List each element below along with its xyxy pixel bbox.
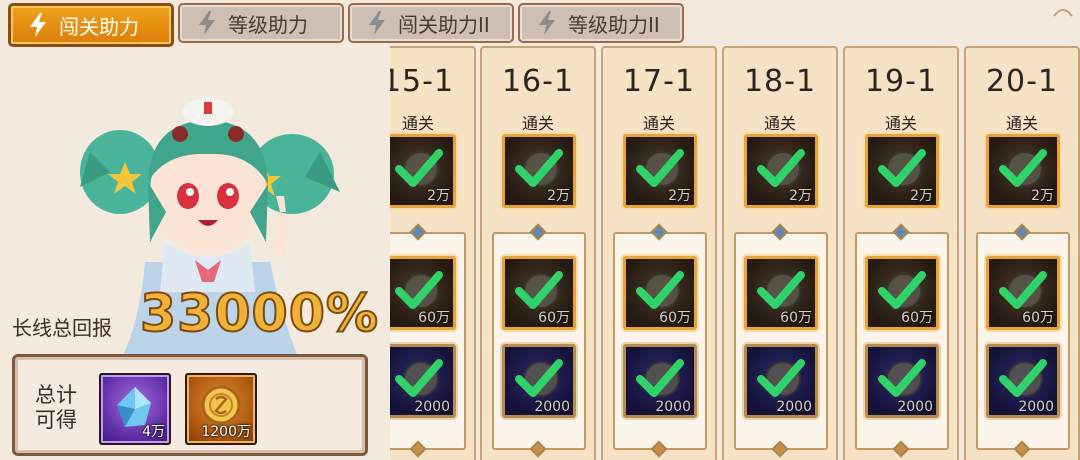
reward-amount: 4万 — [142, 424, 165, 440]
reward-amount: 2000 — [414, 399, 450, 415]
reward-gold[interactable]: 1200万 — [185, 373, 257, 445]
reward-amount: 2000 — [655, 399, 691, 415]
reward-slot[interactable]: 60万 — [744, 256, 818, 330]
stage-number: 15-1 — [390, 64, 455, 99]
reward-amount: 2万 — [427, 188, 450, 204]
stage-number: 17-1 — [622, 64, 696, 99]
reward-slot[interactable]: 2000 — [865, 344, 939, 418]
reward-crystal[interactable]: 4万 — [99, 373, 171, 445]
checkmark-icon — [515, 359, 563, 397]
reward-amount: 60万 — [901, 310, 933, 326]
tab-stage-boost-2[interactable]: 闯关助力II — [348, 3, 514, 43]
reward-amount: 2万 — [789, 188, 812, 204]
stage-status: 通关 — [521, 114, 554, 133]
checkmark-icon — [757, 359, 805, 397]
reward-amount: 2000 — [897, 399, 933, 415]
stage-number: 20-1 — [985, 64, 1059, 99]
reward-amount: 60万 — [538, 310, 570, 326]
tab-label: 等级助力 — [228, 12, 308, 37]
reward-amount: 60万 — [418, 310, 450, 326]
reward-amount: 60万 — [659, 310, 691, 326]
tab-stage-boost[interactable]: 闯关助力 — [8, 3, 174, 47]
reward-slot[interactable]: 2000 — [502, 344, 576, 418]
reward-slot[interactable]: 2000 — [744, 344, 818, 418]
stage-column: 16-1 通关 2万 60万 2000 — [480, 46, 596, 460]
lightning-icon — [199, 11, 215, 35]
reward-slot[interactable]: 60万 — [390, 256, 456, 330]
ornament-icon — [1053, 9, 1073, 17]
stage-status: 通关 — [642, 114, 675, 133]
total-rewards-label: 总计 可得 — [35, 383, 77, 432]
stage-column: 17-1 通关 2万 60万 2000 — [601, 46, 717, 460]
checkmark-icon — [395, 359, 443, 397]
reward-slot[interactable]: 60万 — [865, 256, 939, 330]
stage-column: 20-1 通关 2万 60万 2000 — [964, 46, 1080, 460]
tab-level-boost[interactable]: 等级助力 — [178, 3, 344, 43]
stage-column: 18-1 通关 2万 60万 2000 — [722, 46, 838, 460]
stage-columns: 15-1 通关 2万 60万 2000 16-1 通关 2万 60万 2000 17-1 通关 2万 60… — [390, 44, 1080, 460]
reward-amount: 60万 — [1022, 310, 1054, 326]
tab-level-boost-2[interactable]: 等级助力II — [518, 3, 684, 43]
reward-amount: 2万 — [1031, 188, 1054, 204]
checkmark-icon — [878, 359, 926, 397]
checkmark-icon — [999, 359, 1047, 397]
long-term-return-value: 33000% — [139, 283, 380, 345]
reward-slot[interactable]: 60万 — [623, 256, 697, 330]
stage-status: 通关 — [763, 114, 796, 133]
stage-number: 19-1 — [864, 64, 938, 99]
reward-slot[interactable]: 2万 — [502, 134, 576, 208]
reward-slot[interactable]: 60万 — [986, 256, 1060, 330]
total-rewards-panel: 总计 可得 4万 1200万 — [12, 354, 368, 456]
stage-status: 通关 — [884, 114, 917, 133]
reward-slot[interactable]: 2万 — [390, 134, 456, 208]
stage-number: 16-1 — [501, 64, 575, 99]
stage-column: 15-1 通关 2万 60万 2000 — [390, 46, 476, 460]
reward-amount: 60万 — [780, 310, 812, 326]
lightning-icon — [30, 13, 46, 37]
reward-amount: 2万 — [910, 188, 933, 204]
reward-amount: 2000 — [776, 399, 812, 415]
reward-amount: 2000 — [1018, 399, 1054, 415]
tab-label: 等级助力II — [568, 12, 660, 37]
stage-status: 通关 — [1005, 114, 1038, 133]
stage-status: 通关 — [401, 114, 434, 133]
reward-amount: 2万 — [547, 188, 570, 204]
reward-slot[interactable]: 2000 — [390, 344, 456, 418]
reward-amount: 1200万 — [201, 424, 251, 440]
reward-slot[interactable]: 2000 — [623, 344, 697, 418]
reward-slot[interactable]: 2万 — [744, 134, 818, 208]
stage-number: 18-1 — [743, 64, 817, 99]
reward-slot[interactable]: 2万 — [986, 134, 1060, 208]
lightning-icon — [369, 11, 385, 35]
reward-amount: 2万 — [668, 188, 691, 204]
long-term-return-label: 长线总回报 — [12, 316, 112, 340]
checkmark-icon — [636, 359, 684, 397]
stage-column: 19-1 通关 2万 60万 2000 — [843, 46, 959, 460]
reward-slot[interactable]: 60万 — [502, 256, 576, 330]
reward-amount: 2000 — [534, 399, 570, 415]
tab-label: 闯关助力II — [398, 12, 490, 37]
reward-slot[interactable]: 2万 — [623, 134, 697, 208]
reward-slot[interactable]: 2万 — [865, 134, 939, 208]
reward-slot[interactable]: 2000 — [986, 344, 1060, 418]
tab-label: 闯关助力 — [59, 14, 139, 39]
lightning-icon — [539, 11, 555, 35]
